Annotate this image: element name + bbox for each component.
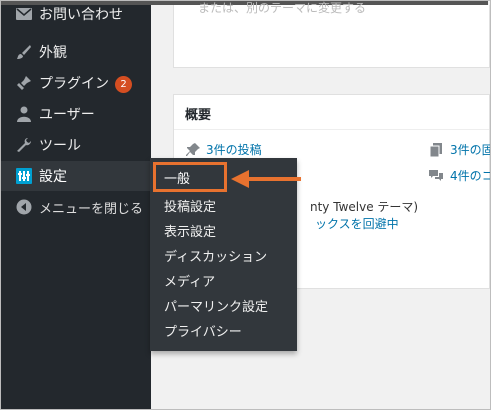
submenu-item-reading[interactable]: 表示設定: [164, 221, 216, 240]
screenshot-frame: お問い合わせ 外観 プラグイン 2 ユーザー ツール 設定 メニューを閉じる ま…: [0, 0, 491, 410]
search-engine-link[interactable]: ックスを回避中: [315, 215, 399, 232]
comments-count-link[interactable]: 4件のコ: [450, 167, 490, 184]
welcome-panel: または、別のテーマに変更する: [173, 1, 490, 68]
divider: [174, 129, 489, 130]
submenu-item-writing[interactable]: 投稿設定: [164, 196, 216, 215]
update-count-badge: 2: [115, 76, 132, 93]
submenu-item-media[interactable]: メディア: [164, 271, 215, 290]
submenu-item-permalinks[interactable]: パーマリンク設定: [164, 296, 268, 315]
change-theme-link[interactable]: または、別のテーマに変更する: [198, 1, 366, 16]
sidebar-item-label: メニューを閉じる: [39, 201, 144, 217]
widget-title: 概要: [185, 108, 212, 123]
theme-info-text: nty Twelve テーマ): [310, 200, 419, 214]
sidebar-item-settings[interactable]: 設定: [1, 161, 151, 191]
plugin-icon: [15, 74, 33, 92]
comments-icon: [429, 168, 443, 187]
sidebar-item-label: 外観: [39, 45, 67, 61]
paintbrush-icon: [15, 43, 33, 61]
sidebar-item-plugins[interactable]: プラグイン 2: [1, 68, 151, 98]
pages-icon: [429, 142, 442, 161]
pages-count-link[interactable]: 3件の固: [450, 141, 490, 158]
collapse-icon: [15, 198, 33, 216]
sidebar-item-label: ユーザー: [39, 107, 95, 123]
collapse-menu-button[interactable]: メニューを閉じる: [1, 192, 151, 222]
pointer-arrow-icon: [231, 170, 301, 188]
sidebar-item-appearance[interactable]: 外観: [1, 37, 151, 67]
settings-icon: [15, 167, 33, 185]
submenu-item-discussion[interactable]: ディスカッション: [164, 246, 267, 265]
submenu-item-privacy[interactable]: プライバシー: [164, 321, 242, 340]
sidebar-item-users[interactable]: ユーザー: [1, 99, 151, 129]
mail-icon: [15, 5, 33, 23]
sidebar-item-contact[interactable]: お問い合わせ: [1, 1, 151, 29]
sidebar-item-label: ツール: [39, 138, 81, 154]
sidebar-item-label: 設定: [39, 169, 67, 185]
user-icon: [15, 105, 33, 123]
wrench-icon: [15, 136, 33, 154]
sidebar-item-tools[interactable]: ツール: [1, 130, 151, 160]
admin-sidebar: お問い合わせ 外観 プラグイン 2 ユーザー ツール 設定 メニューを閉じる: [1, 5, 151, 409]
highlight-box: [153, 162, 227, 192]
sidebar-item-label: お問い合わせ: [39, 7, 123, 23]
posts-count-link[interactable]: 3件の投稿: [206, 141, 262, 158]
sidebar-item-label: プラグイン 2: [39, 73, 132, 93]
